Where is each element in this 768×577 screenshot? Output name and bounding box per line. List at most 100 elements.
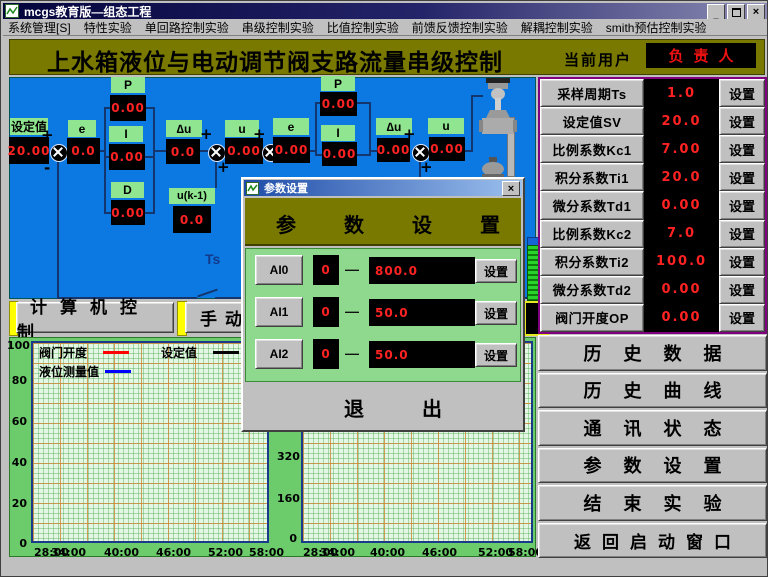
param-label[interactable]: 采样周期Ts bbox=[540, 79, 644, 107]
ai2-low-value: 0 bbox=[313, 339, 339, 369]
x-tick: 40:00 bbox=[370, 546, 405, 559]
y-tick: 0 bbox=[277, 532, 297, 545]
set-button[interactable]: 设置 bbox=[719, 135, 765, 163]
plus-sign: + bbox=[403, 125, 416, 143]
x-tick: 34:00 bbox=[320, 546, 355, 559]
menu-system[interactable]: 系统管理[S] bbox=[8, 19, 71, 36]
x-tick: 46:00 bbox=[422, 546, 457, 559]
legend-line-red bbox=[103, 351, 129, 354]
set-button[interactable]: 设置 bbox=[719, 191, 765, 219]
d1-label: D bbox=[111, 182, 144, 198]
ai0-label-button[interactable]: AI0 bbox=[255, 255, 303, 285]
dialog-exit-button[interactable]: 退出 bbox=[344, 393, 500, 422]
param-value: 0.00 bbox=[644, 191, 719, 219]
param-label[interactable]: 比例系数Kc2 bbox=[540, 220, 644, 248]
menu-smith[interactable]: smith预估控制实验 bbox=[606, 19, 707, 36]
wire bbox=[315, 154, 322, 156]
close-button[interactable]: × bbox=[747, 4, 765, 20]
wire bbox=[153, 150, 166, 152]
restore-button[interactable] bbox=[727, 4, 745, 20]
ai2-set-button[interactable]: 设置 bbox=[475, 343, 517, 367]
pump-graphic bbox=[480, 157, 506, 177]
ai1-label-button[interactable]: AI1 bbox=[255, 297, 303, 327]
y-tick: 80 bbox=[7, 374, 27, 387]
menu-characteristic[interactable]: 特性实验 bbox=[84, 19, 132, 36]
parameter-setting-dialog: 参数设置 × 参数设置 AI0 0 — 800.0 设置 AI1 0 — 50.… bbox=[241, 177, 525, 432]
x-tick: 52:00 bbox=[208, 546, 243, 559]
param-value: 7.00 bbox=[644, 135, 719, 163]
set-button[interactable]: 设置 bbox=[719, 304, 765, 332]
set-button[interactable]: 设置 bbox=[719, 107, 765, 135]
plus-sign: + bbox=[253, 125, 266, 143]
wire bbox=[200, 150, 208, 152]
dialog-header-text: 参数设置 bbox=[276, 209, 548, 238]
param-label[interactable]: 设定值SV bbox=[540, 107, 644, 135]
d1-value: 0.00 bbox=[111, 200, 145, 225]
menu-feedforward[interactable]: 前馈反馈控制实验 bbox=[412, 19, 508, 36]
menu-single-loop[interactable]: 单回路控制实验 bbox=[145, 19, 229, 36]
plus-sign: + bbox=[200, 125, 213, 143]
x-tick: 58:00 bbox=[249, 546, 284, 559]
wire bbox=[471, 95, 473, 152]
range-dash: — bbox=[345, 303, 359, 319]
ai1-set-button[interactable]: 设置 bbox=[475, 301, 517, 325]
set-button[interactable]: 设置 bbox=[719, 276, 765, 304]
menu-bar: 系统管理[S] 特性实验 单回路控制实验 串级控制实验 比值控制实验 前馈反馈控… bbox=[3, 19, 767, 35]
wire bbox=[369, 102, 371, 156]
wire bbox=[104, 212, 111, 214]
param-label[interactable]: 微分系数Td2 bbox=[540, 276, 644, 304]
set-button[interactable]: 设置 bbox=[719, 248, 765, 276]
du1-label: ∆u bbox=[166, 120, 202, 137]
param-label[interactable]: 积分系数Ti2 bbox=[540, 248, 644, 276]
comm-status-button[interactable]: 通讯状态 bbox=[538, 410, 767, 446]
y-tick: 60 bbox=[7, 415, 27, 428]
dialog-close-button[interactable]: × bbox=[502, 181, 520, 196]
ai0-set-button[interactable]: 设置 bbox=[475, 259, 517, 283]
param-label[interactable]: 积分系数Ti1 bbox=[540, 163, 644, 191]
ai2-high-value: 50.0 bbox=[369, 341, 475, 368]
param-label[interactable]: 微分系数Td1 bbox=[540, 191, 644, 219]
history-curve-button[interactable]: 历史曲线 bbox=[538, 373, 767, 409]
legend-level-measure: 液位测量值 bbox=[39, 363, 99, 380]
wire bbox=[153, 107, 155, 214]
param-label[interactable]: 阀门开度OP bbox=[540, 304, 644, 332]
minus-sign: - bbox=[44, 159, 50, 177]
e2-label: e bbox=[273, 118, 309, 135]
menu-cascade[interactable]: 串级控制实验 bbox=[242, 19, 314, 36]
nav-button-panel: 历史数据 历史曲线 通讯状态 参数设置 结束实验 返回启动窗口 bbox=[538, 335, 767, 558]
set-button[interactable]: 设置 bbox=[719, 79, 765, 107]
history-data-button[interactable]: 历史数据 bbox=[538, 335, 767, 371]
ai0-low-value: 0 bbox=[313, 255, 339, 285]
control-valve-graphic bbox=[478, 78, 518, 140]
y-tick: 0 bbox=[7, 537, 27, 550]
x-tick: 34:00 bbox=[51, 546, 86, 559]
ai2-label-button[interactable]: AI2 bbox=[255, 339, 303, 369]
wire bbox=[57, 160, 59, 299]
restore-icon bbox=[732, 8, 741, 17]
uk1-value: 0.0 bbox=[173, 206, 211, 233]
param-value: 1.0 bbox=[644, 79, 719, 107]
window-title: mcgs教育版—组态工程 bbox=[24, 3, 151, 20]
window-titlebar: mcgs教育版—组态工程 _ × bbox=[3, 3, 767, 19]
set-button[interactable]: 设置 bbox=[719, 220, 765, 248]
i2-value: 0.00 bbox=[322, 142, 357, 166]
legend-line-blue bbox=[105, 370, 131, 373]
menu-decoupling[interactable]: 解耦控制实验 bbox=[521, 19, 593, 36]
param-value: 20.0 bbox=[644, 107, 719, 135]
computer-control-button[interactable]: 计算机控制 bbox=[16, 302, 174, 333]
current-user-badge: 负责人 bbox=[646, 43, 756, 68]
minimize-button[interactable]: _ bbox=[707, 4, 725, 20]
param-setting-button[interactable]: 参数设置 bbox=[538, 448, 767, 484]
u2-label: u bbox=[428, 118, 464, 134]
param-label[interactable]: 比例系数Kc1 bbox=[540, 135, 644, 163]
mcgs-logo-icon bbox=[246, 182, 259, 195]
set-button[interactable]: 设置 bbox=[719, 163, 765, 191]
x-tick: 40:00 bbox=[104, 546, 139, 559]
return-start-window-button[interactable]: 返回启动窗口 bbox=[538, 523, 767, 559]
summing-junction-1 bbox=[50, 144, 68, 162]
menu-ratio[interactable]: 比值控制实验 bbox=[327, 19, 399, 36]
parameter-panel: 采样周期Ts1.0设置 设定值SV20.0设置 比例系数Kc17.00设置 积分… bbox=[538, 77, 767, 334]
range-dash: — bbox=[345, 261, 359, 277]
y-tick: 100 bbox=[7, 339, 27, 352]
end-experiment-button[interactable]: 结束实验 bbox=[538, 485, 767, 521]
